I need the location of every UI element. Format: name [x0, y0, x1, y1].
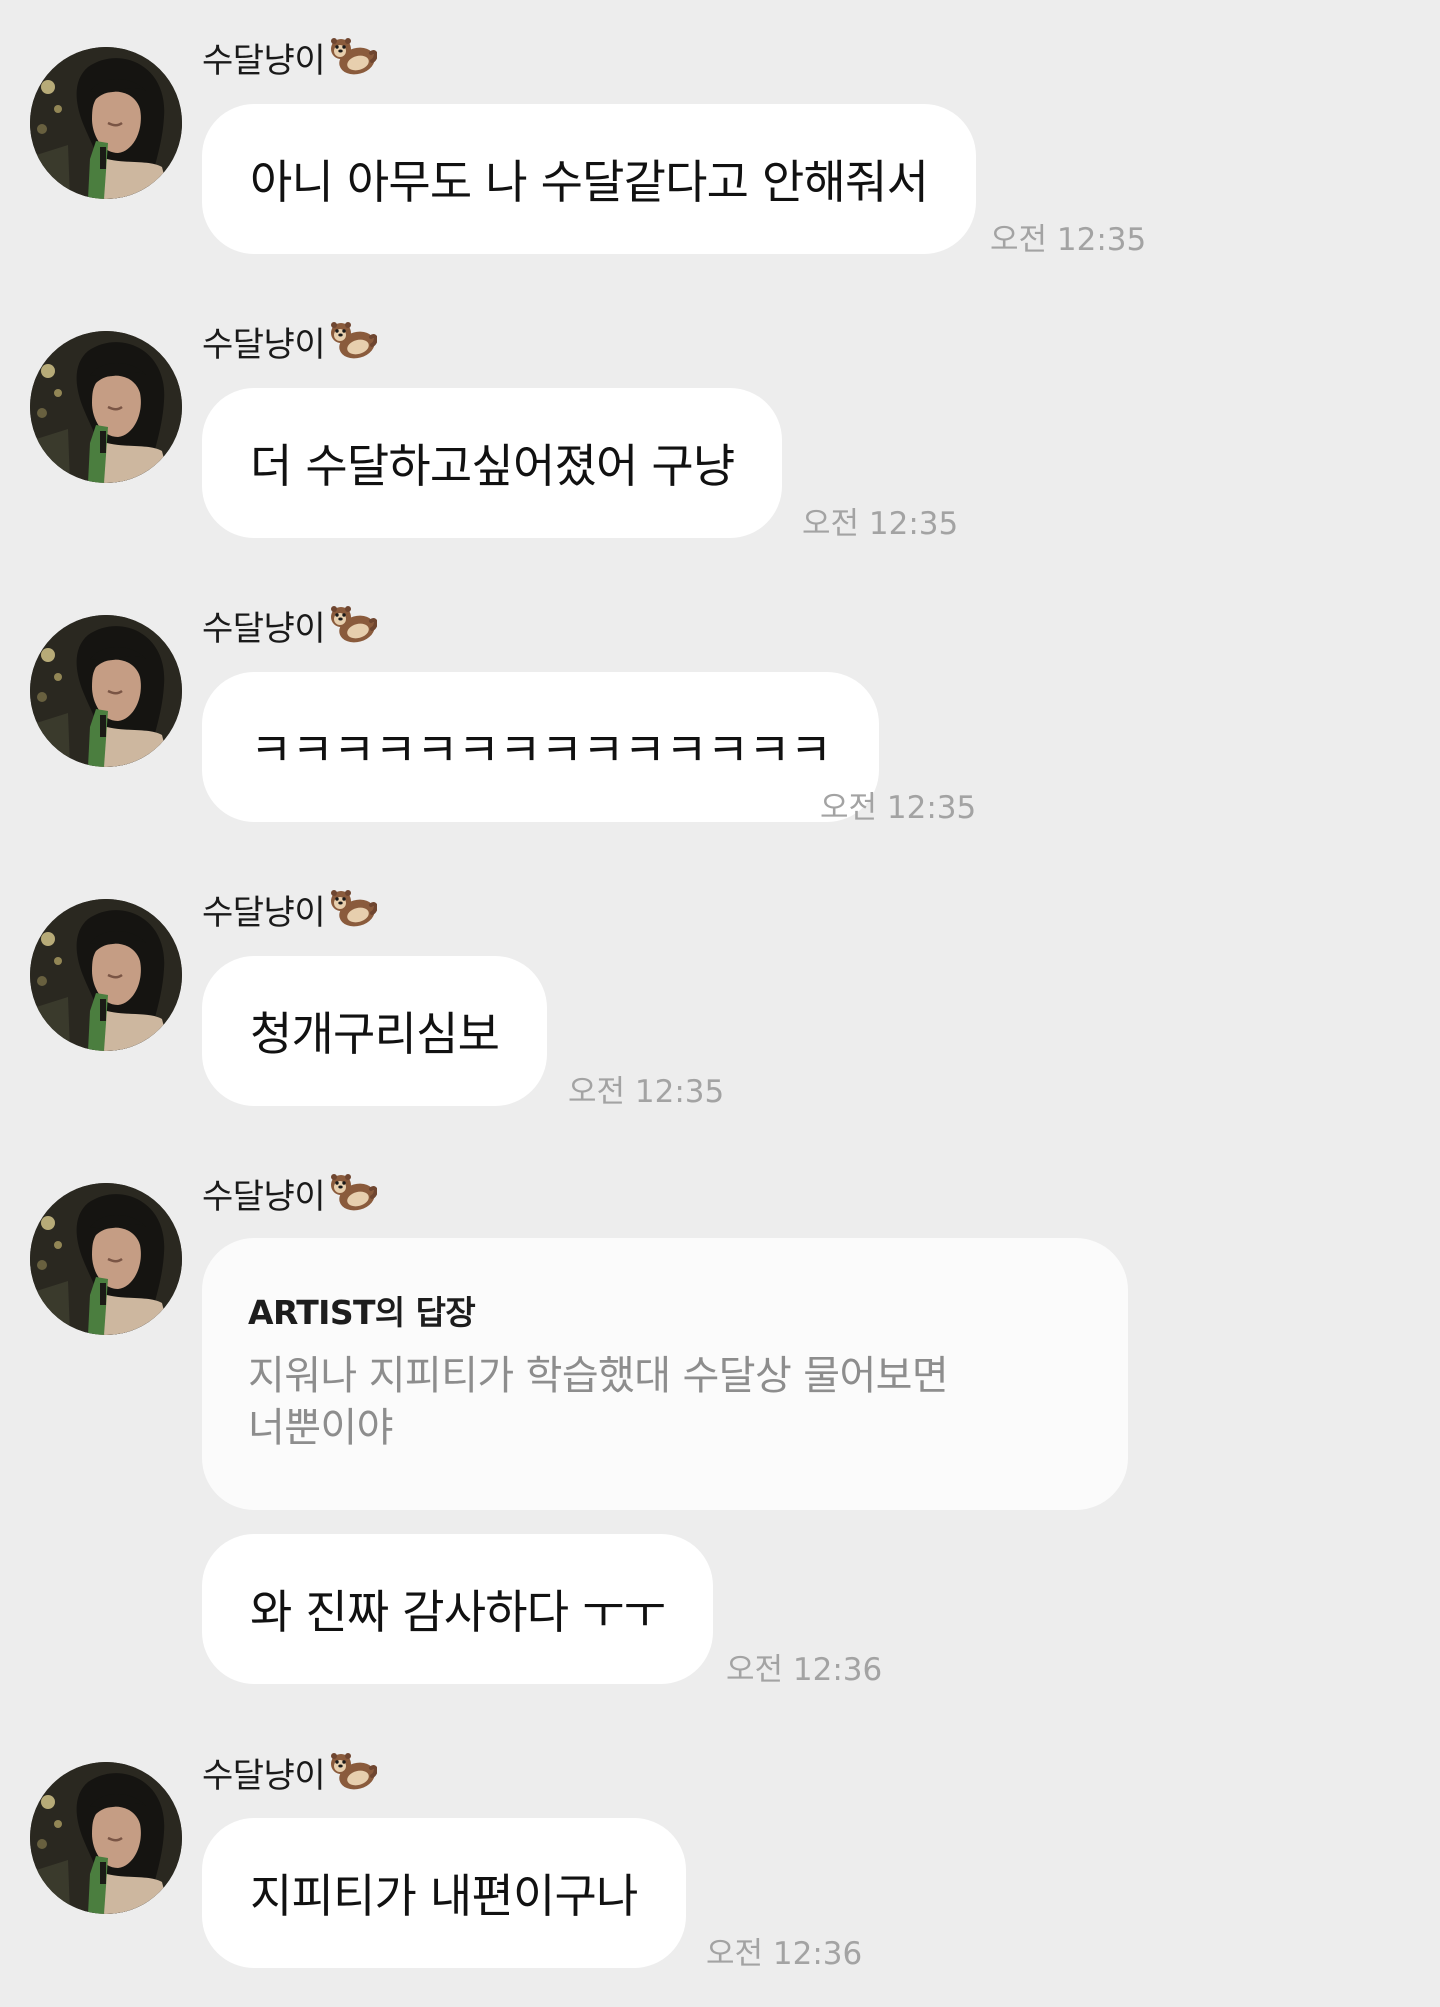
chat-screen: 수달냥이 아니 아무도 나 수달같다고 안해줘서 오전 12:35 수달냥이 더… [0, 0, 1440, 2007]
sender-name: 수달냥이 [202, 34, 378, 81]
message-time: 오전 12:35 [568, 1074, 725, 1110]
sender-name-text: 수달냥이 [202, 40, 326, 81]
message-time: 오전 12:35 [802, 506, 959, 542]
sender-name-text: 수달냥이 [202, 608, 326, 649]
message-time: 오전 12:35 [990, 222, 1147, 258]
otter-icon [327, 319, 378, 363]
otter-icon [327, 1171, 378, 1215]
message-bubble[interactable]: 지피티가 내편이구나 [202, 1818, 686, 1968]
reply-quote-card[interactable]: ARTIST의 답장 지워나 지피티가 학습했대 수달상 물어보면 너뿐이야 [202, 1238, 1128, 1510]
sender-name: 수달냥이 [202, 318, 378, 365]
avatar[interactable] [30, 899, 182, 1051]
reply-quote-text: 지워나 지피티가 학습했대 수달상 물어보면 너뿐이야 [248, 1353, 949, 1451]
message-text: 와 진짜 감사하다 ㅜㅜ [250, 1585, 666, 1639]
avatar[interactable] [30, 1762, 182, 1914]
otter-icon [327, 887, 378, 931]
otter-icon [327, 1750, 378, 1794]
otter-icon [327, 603, 378, 647]
sender-name: 수달냥이 [202, 886, 378, 933]
avatar[interactable] [30, 331, 182, 483]
avatar[interactable] [30, 615, 182, 767]
sender-name-text: 수달냥이 [202, 1176, 326, 1217]
message-time: 오전 12:36 [726, 1652, 883, 1688]
sender-name: 수달냥이 [202, 602, 378, 649]
avatar[interactable] [30, 1183, 182, 1335]
message-bubble[interactable]: 아니 아무도 나 수달같다고 안해줘서 [202, 104, 977, 254]
message-bubble[interactable]: ㅋㅋㅋㅋㅋㅋㅋㅋㅋㅋㅋㅋㅋㅋ [202, 672, 880, 822]
message-time: 오전 12:35 [820, 790, 977, 826]
message-bubble[interactable]: 와 진짜 감사하다 ㅜㅜ [202, 1534, 714, 1684]
message-text: 지피티가 내편이구나 [250, 1869, 638, 1923]
message-time: 오전 12:36 [706, 1936, 863, 1972]
sender-name-text: 수달냥이 [202, 1755, 326, 1796]
message-bubble[interactable]: 청개구리심보 [202, 956, 548, 1106]
sender-name: 수달냥이 [202, 1170, 378, 1217]
avatar[interactable] [30, 47, 182, 199]
message-bubble[interactable]: 더 수달하고싶어졌어 구냥 [202, 388, 783, 538]
reply-title: ARTIST의 답장 [248, 1293, 476, 1332]
sender-name-text: 수달냥이 [202, 324, 326, 365]
message-text: ㅋㅋㅋㅋㅋㅋㅋㅋㅋㅋㅋㅋㅋㅋ [250, 723, 832, 777]
otter-icon [327, 35, 378, 79]
sender-name-text: 수달냥이 [202, 892, 326, 933]
sender-name: 수달냥이 [202, 1749, 378, 1796]
message-text: 청개구리심보 [250, 1007, 500, 1061]
message-text: 더 수달하고싶어졌어 구냥 [250, 439, 735, 493]
message-text: 아니 아무도 나 수달같다고 안해줘서 [250, 155, 929, 209]
